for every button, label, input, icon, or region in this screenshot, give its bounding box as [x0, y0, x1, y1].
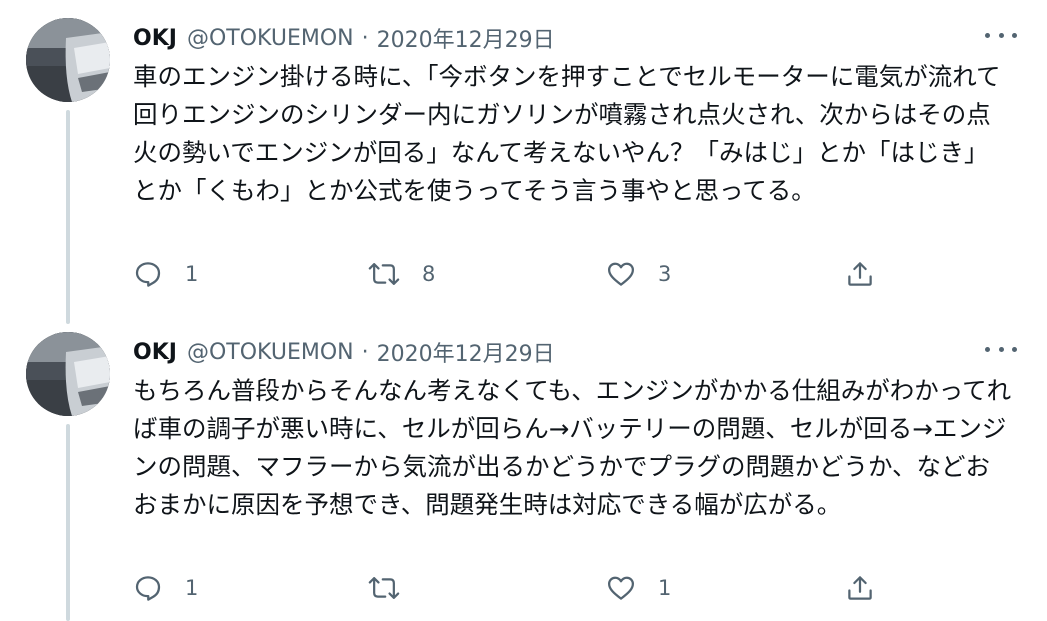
retweet-button[interactable]: 8 — [368, 258, 435, 290]
tweet-actions: 1 8 3 — [133, 258, 883, 290]
reply-button[interactable]: 1 — [133, 572, 198, 604]
tweet-header: OKJ @OTOKUEMON · 2020年12月29日 — [133, 22, 555, 54]
retweet-button[interactable] — [368, 572, 422, 604]
display-name[interactable]: OKJ — [133, 340, 177, 365]
display-name[interactable]: OKJ — [133, 26, 177, 51]
tweet-text: 車のエンジン掛ける時に、「今ボタンを押すことでセルモーターに電気が流れて回りエン… — [133, 62, 1001, 205]
tweet-1[interactable]: OKJ @OTOKUEMON · 2020年12月29日 車のエンジン掛ける時に… — [0, 0, 1047, 320]
more-dot — [1012, 32, 1017, 38]
reply-button[interactable]: 1 — [133, 258, 198, 290]
more-options-icon[interactable] — [985, 339, 1017, 359]
share-icon — [845, 573, 875, 603]
like-button[interactable]: 3 — [606, 258, 671, 290]
retweet-icon — [368, 259, 400, 289]
avatar[interactable] — [26, 332, 110, 416]
timestamp[interactable]: 2020年12月29日 — [377, 22, 555, 54]
share-button[interactable] — [845, 258, 897, 290]
reply-count: 1 — [185, 262, 199, 286]
tweet-header: OKJ @OTOKUEMON · 2020年12月29日 — [133, 336, 555, 368]
timestamp[interactable]: 2020年12月29日 — [377, 336, 555, 368]
tweet-2[interactable]: OKJ @OTOKUEMON · 2020年12月29日 もちろん普段からそんな… — [0, 314, 1047, 621]
like-icon — [606, 259, 636, 289]
more-options-icon[interactable] — [985, 25, 1017, 45]
more-dot — [1012, 346, 1017, 352]
like-icon — [606, 573, 636, 603]
reply-icon — [133, 573, 163, 603]
handle[interactable]: @OTOKUEMON — [187, 340, 354, 365]
share-icon — [845, 259, 875, 289]
like-button[interactable]: 1 — [606, 572, 671, 604]
handle[interactable]: @OTOKUEMON — [187, 26, 354, 51]
like-count: 3 — [658, 262, 672, 286]
separator: · — [361, 25, 369, 51]
like-count: 1 — [658, 576, 672, 600]
more-dot — [985, 346, 990, 352]
tweet-actions: 1 1 — [133, 572, 883, 604]
separator: · — [361, 339, 369, 365]
more-dot — [998, 32, 1004, 38]
retweet-count: 8 — [422, 262, 436, 286]
more-dot — [998, 346, 1004, 352]
avatar[interactable] — [26, 18, 110, 102]
reply-icon — [133, 259, 163, 289]
share-button[interactable] — [845, 572, 897, 604]
more-dot — [985, 32, 990, 38]
retweet-icon — [368, 573, 400, 603]
tweet-text: もちろん普段からそんなん考えなくても、エンジンがかかる仕組みがわかってれば車の調… — [133, 376, 1012, 519]
reply-count: 1 — [185, 576, 199, 600]
